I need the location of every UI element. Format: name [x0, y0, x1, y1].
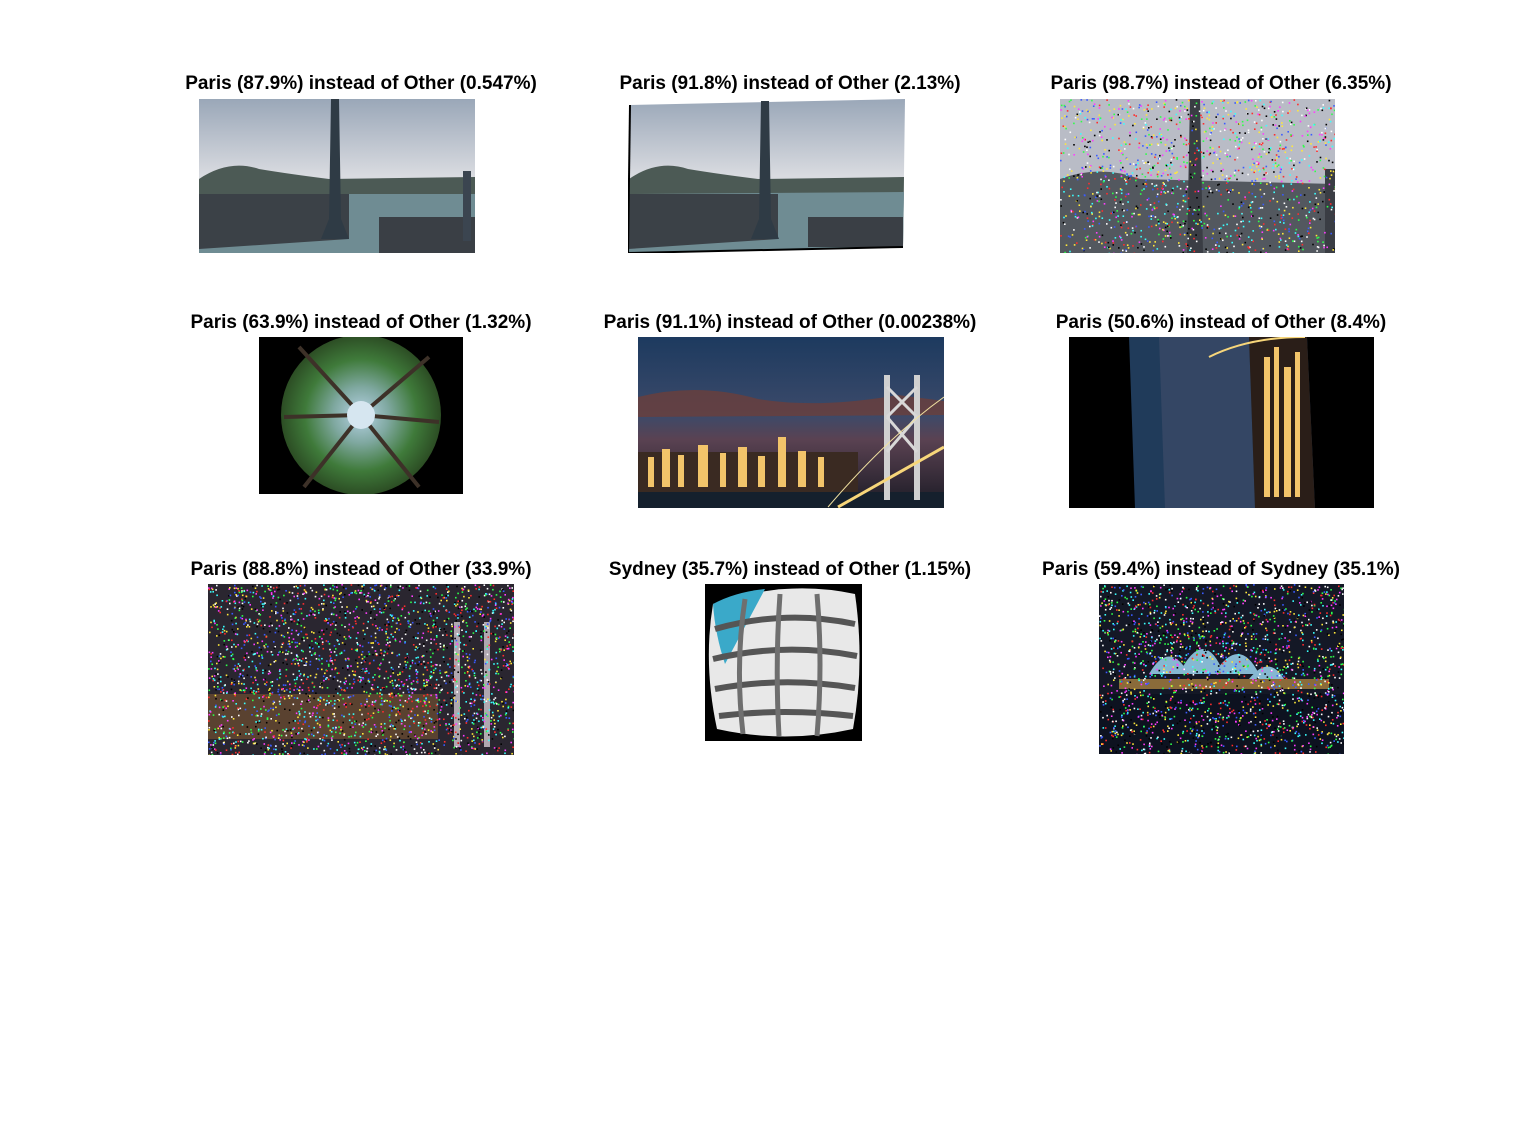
panel-title: Paris (59.4%) instead of Sydney (35.1%): [1042, 559, 1400, 580]
rotated-night-city-photo: [1069, 337, 1374, 508]
panel-title: Paris (91.1%) instead of Other (0.00238%…: [603, 312, 977, 333]
bay-bridge-night-noisy-photo: [208, 584, 514, 755]
fisheye-white-building-facade-photo: [705, 584, 862, 741]
panel-title: Paris (50.6%) instead of Other (8.4%): [1055, 312, 1387, 333]
hong-kong-skyline-tower-noisy-photo: [1060, 99, 1335, 253]
bay-bridge-night-city-photo: [638, 337, 944, 508]
panel-title: Sydney (35.7%) instead of Other (1.15%): [608, 559, 972, 580]
panel-title: Paris (98.7%) instead of Other (6.35%): [1050, 73, 1392, 94]
fisheye-forest-canopy-photo: [259, 337, 463, 494]
hong-kong-skyline-tower-rotated-photo: [628, 99, 905, 253]
panel-title: Paris (87.9%) instead of Other (0.547%): [185, 73, 537, 94]
panel-title: Paris (91.8%) instead of Other (2.13%): [619, 73, 961, 94]
figure: Paris (87.9%) instead of Other (0.547%) …: [0, 0, 1532, 1127]
panel-title: Paris (88.8%) instead of Other (33.9%): [190, 559, 532, 580]
hong-kong-skyline-tower-photo: [199, 99, 475, 253]
panel-title: Paris (63.9%) instead of Other (1.32%): [190, 312, 532, 333]
sydney-opera-house-night-noisy-photo: [1099, 584, 1344, 754]
